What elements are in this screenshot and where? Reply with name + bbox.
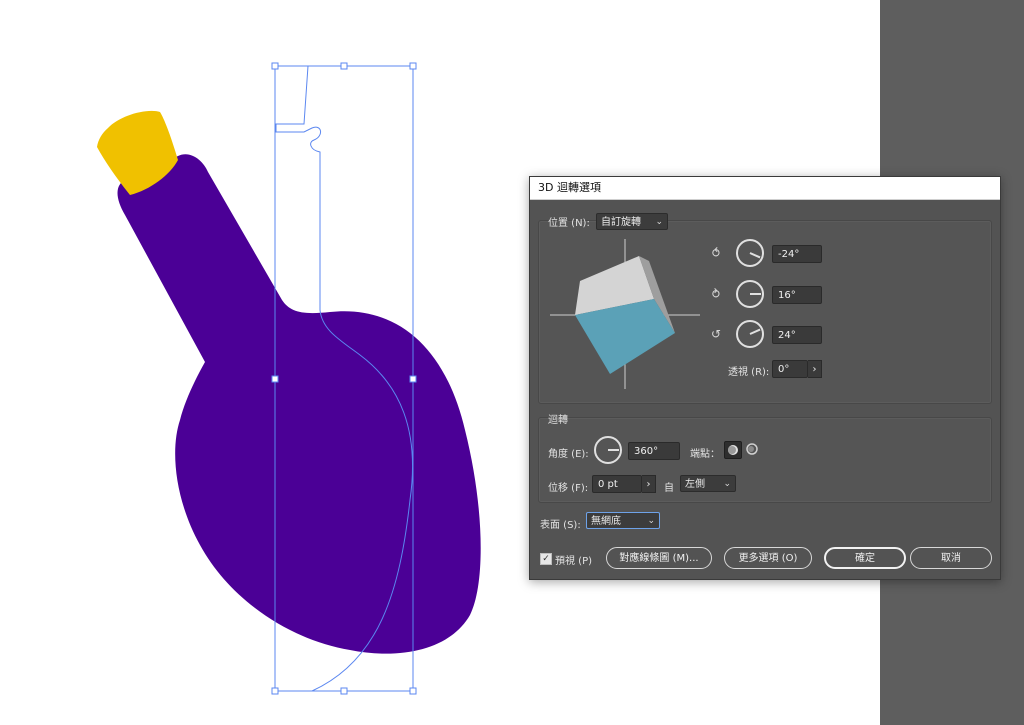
- rotate-y-field[interactable]: 16°: [772, 286, 822, 304]
- offset-field[interactable]: 0 pt: [592, 475, 642, 493]
- surface-dropdown-value: 無網底: [591, 516, 621, 527]
- preview-label[interactable]: 預視 (P): [555, 552, 592, 567]
- cap-on-icon: [728, 445, 738, 455]
- angle-dial[interactable]: [594, 436, 622, 464]
- rotate-y-icon: ⥁: [711, 287, 721, 301]
- handle-bottom-left[interactable]: [271, 687, 279, 695]
- handle-top-left[interactable]: [271, 62, 279, 70]
- track-cube[interactable]: [550, 239, 700, 389]
- chevron-down-icon: ⌄: [723, 479, 731, 489]
- cap-on-button[interactable]: [724, 441, 742, 459]
- perspective-label: 透視 (R):: [728, 367, 770, 378]
- cap-off-button[interactable]: [744, 441, 762, 459]
- chevron-down-icon: ⌄: [647, 516, 655, 526]
- handle-bottom-center[interactable]: [340, 687, 348, 695]
- cancel-button[interactable]: 取消: [910, 547, 992, 569]
- preview-checkbox[interactable]: ✓: [540, 553, 552, 565]
- map-art-button[interactable]: 對應線條圖 (M)...: [606, 547, 712, 569]
- offset-slider-button[interactable]: ›: [642, 475, 656, 493]
- rotate-z-field[interactable]: 24°: [772, 326, 822, 344]
- offset-label: 位移 (F):: [548, 483, 589, 494]
- ok-button[interactable]: 確定: [824, 547, 906, 569]
- angle-label: 角度 (E):: [548, 449, 589, 460]
- cap-label: 端點：: [690, 449, 720, 460]
- rotate-z-dial[interactable]: [736, 320, 764, 348]
- position-label: 位置 (N):: [548, 218, 590, 229]
- rotate-x-dial[interactable]: [736, 239, 764, 267]
- chevron-down-icon: ⌄: [655, 217, 663, 227]
- dialog-title[interactable]: 3D 迴轉選項: [530, 177, 1000, 200]
- handle-middle-left[interactable]: [271, 375, 279, 383]
- position-dropdown[interactable]: 自訂旋轉 ⌄: [596, 213, 668, 230]
- more-options-button[interactable]: 更多選項 (O): [724, 547, 812, 569]
- from-dropdown-value: 左側: [685, 479, 705, 490]
- from-dropdown[interactable]: 左側 ⌄: [680, 475, 736, 492]
- revolve-section-title: 迴轉: [548, 415, 568, 426]
- handle-middle-right[interactable]: [409, 375, 417, 383]
- surface-dropdown[interactable]: 無網底 ⌄: [586, 512, 660, 529]
- perspective-slider-button[interactable]: ›: [808, 360, 822, 378]
- position-dropdown-value: 自訂旋轉: [601, 217, 641, 228]
- handle-top-right[interactable]: [409, 62, 417, 70]
- rotate-z-icon: ↺: [710, 327, 722, 341]
- handle-top-center[interactable]: [340, 62, 348, 70]
- rotate-y-dial[interactable]: [736, 280, 764, 308]
- angle-field[interactable]: 360°: [628, 442, 680, 460]
- rotate-x-icon: ⥀: [711, 246, 721, 260]
- handle-bottom-right[interactable]: [409, 687, 417, 695]
- bottle-shape[interactable]: [117, 154, 481, 654]
- perspective-field[interactable]: 0°: [772, 360, 808, 378]
- cap-off-icon: [746, 443, 758, 455]
- surface-label: 表面 (S):: [540, 520, 581, 531]
- from-label: 自: [664, 483, 674, 494]
- rotate-x-field[interactable]: -24°: [772, 245, 822, 263]
- 3d-revolve-options-dialog[interactable]: 3D 迴轉選項 位置 (N): 自訂旋轉 ⌄ ⥀ -24° ⥁ 16° ↺ 24…: [529, 176, 1001, 580]
